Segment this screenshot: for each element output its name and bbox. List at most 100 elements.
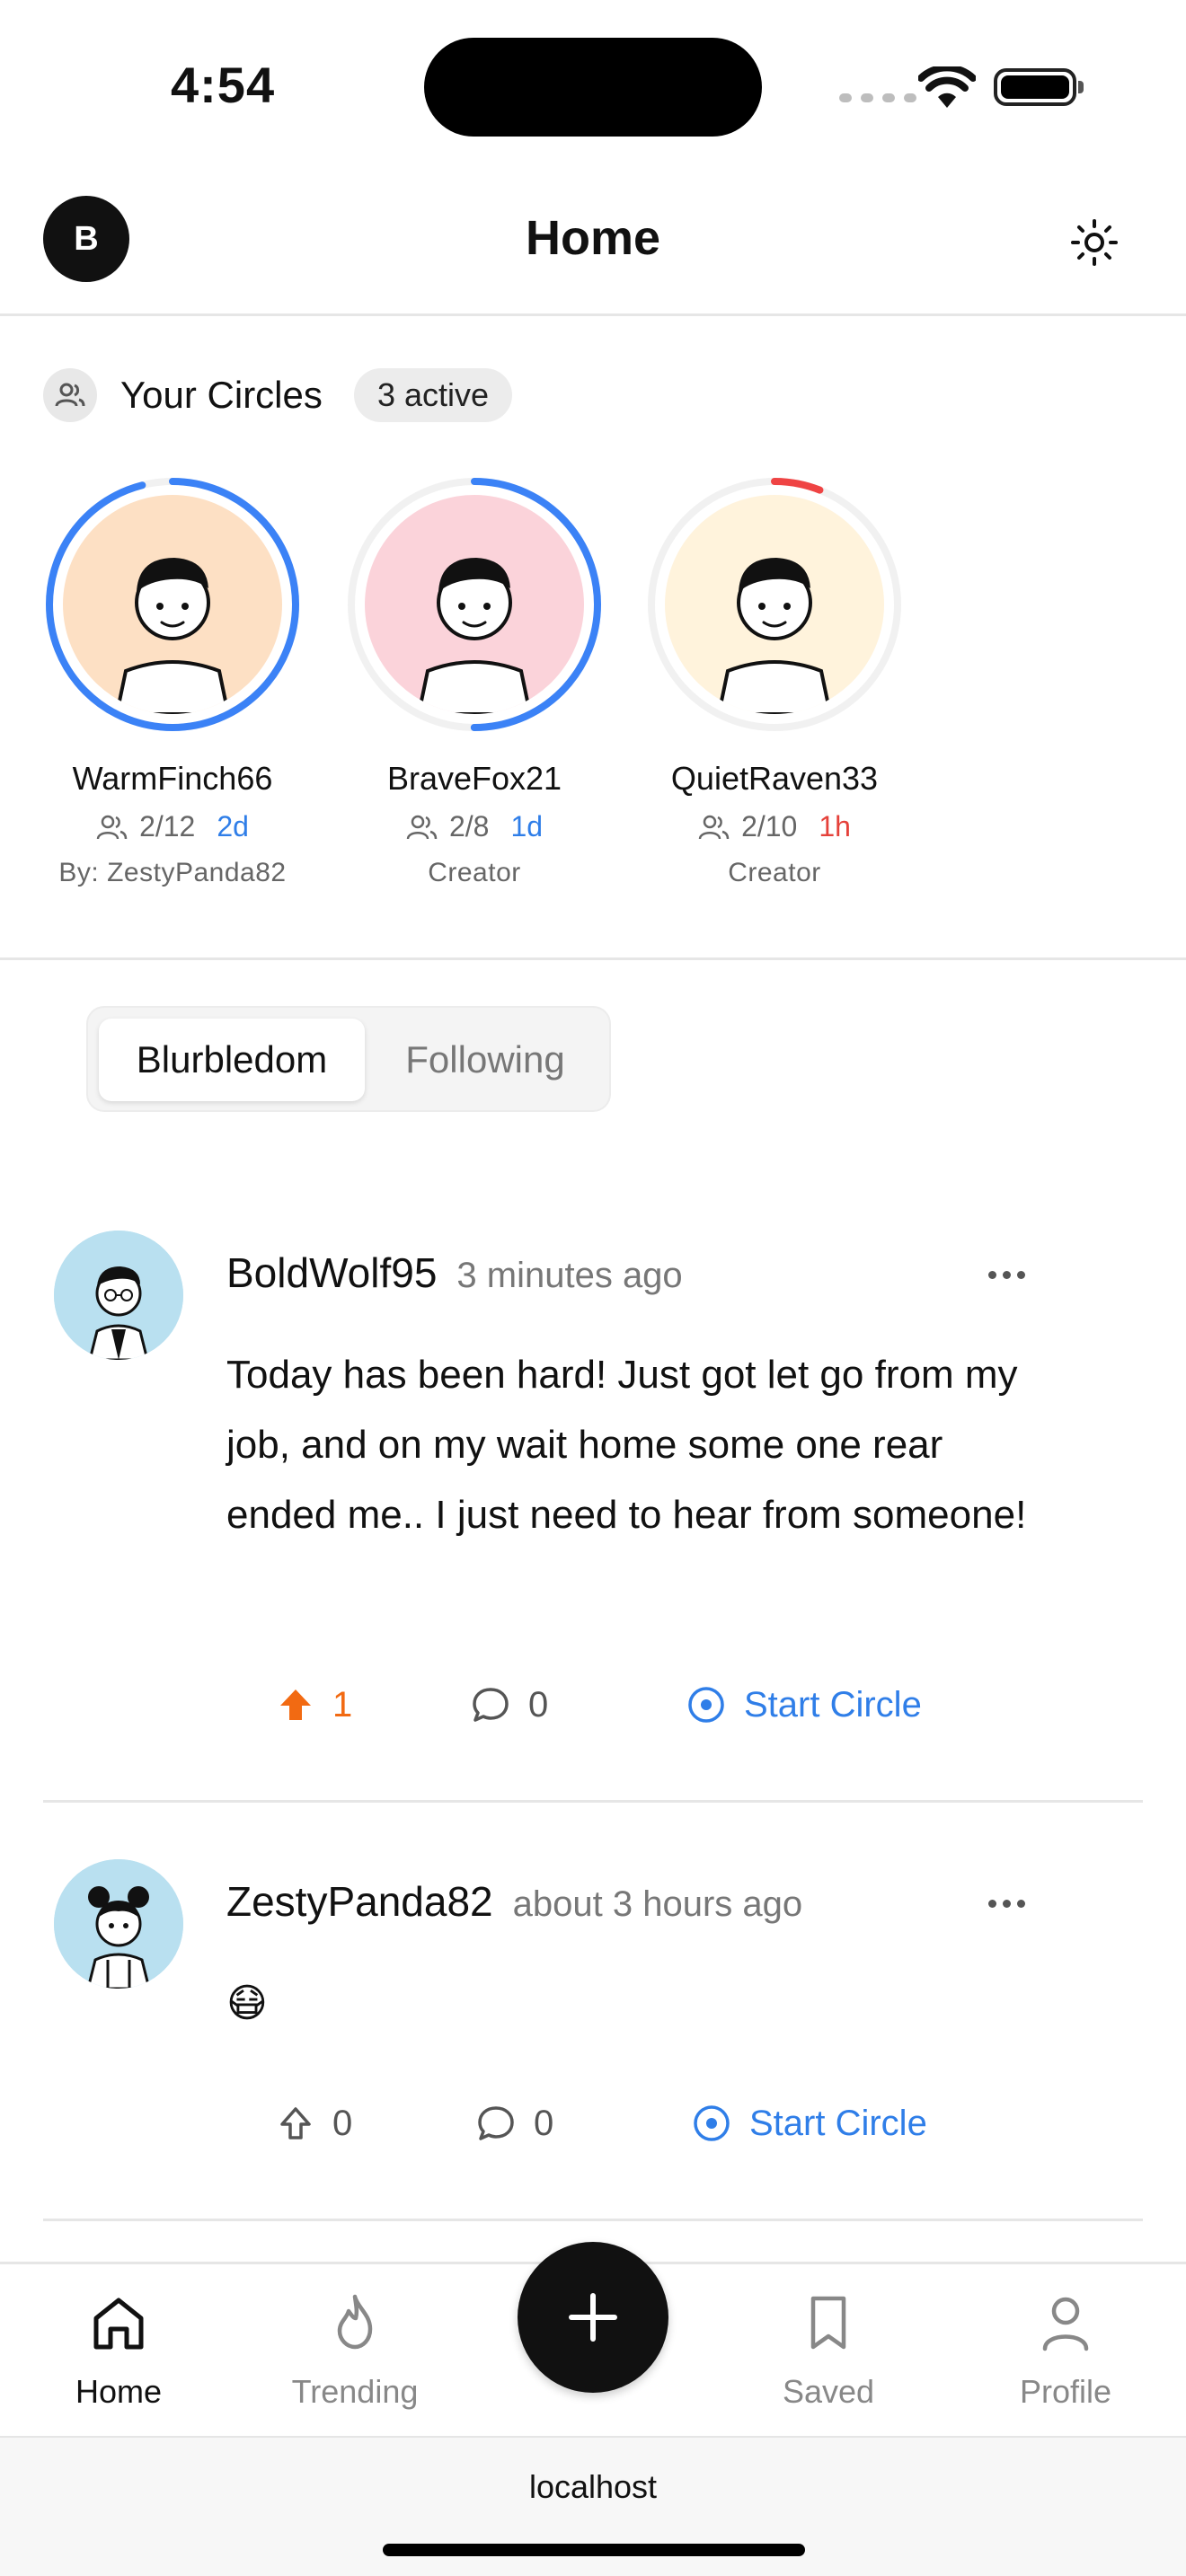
- nav-profile[interactable]: Profile: [976, 2291, 1155, 2411]
- circle-avatar: [365, 495, 584, 714]
- circle-progress-ring: [42, 474, 303, 735]
- start-circle-button[interactable]: Start Circle: [686, 1678, 922, 1732]
- user-icon: [1042, 2297, 1089, 2351]
- circle-progress-ring: [344, 474, 605, 735]
- home-indicator[interactable]: [383, 2544, 805, 2556]
- cellular-signal-icon: [839, 93, 916, 102]
- nav-saved-label: Saved: [782, 2373, 875, 2410]
- status-time: 4:54: [171, 57, 276, 113]
- circles-header: Your Circles 3 active: [0, 366, 1186, 422]
- section-divider: [0, 957, 1186, 960]
- comment-icon: [478, 2106, 514, 2140]
- comment-button[interactable]: 0: [471, 1678, 548, 1732]
- nav-trending-label: Trending: [291, 2373, 419, 2410]
- post-body: 😷: [226, 1981, 268, 2025]
- avatar-illustration-icon: [54, 1859, 183, 1989]
- sun-icon[interactable]: [1069, 217, 1120, 268]
- comment-count: 0: [528, 1684, 549, 1725]
- circle-card[interactable]: BraveFox21 2/8 1d Creator: [340, 474, 609, 888]
- circle-meta: 2/10 1h: [640, 810, 909, 843]
- arrow-up-icon: [280, 2107, 311, 2139]
- target-icon: [688, 1687, 724, 1723]
- circle-member-count: 2/8: [448, 810, 490, 842]
- upvote-count: 0: [332, 2103, 353, 2143]
- post-actions: 1 0 Start Circle: [226, 1678, 1035, 1732]
- upvote-button[interactable]: 0: [277, 2096, 352, 2150]
- flame-icon: [337, 2294, 373, 2350]
- circle-avatar: [665, 495, 884, 714]
- page-title: Home: [525, 211, 661, 265]
- avatar-illustration-icon: [114, 558, 231, 714]
- app-header: B Home: [0, 180, 1186, 316]
- circle-creator: By: ZestyPanda82: [58, 858, 287, 887]
- battery-icon: [994, 68, 1084, 106]
- post-author[interactable]: BoldWolf95 3 minutes ago: [226, 1248, 683, 1297]
- comment-count: 0: [534, 2103, 554, 2143]
- circle-member-count: 2/12: [139, 810, 196, 842]
- circle-name: BraveFox21: [386, 760, 562, 797]
- upvote-button[interactable]: 1: [277, 1678, 352, 1732]
- users-icon: [43, 368, 97, 422]
- circle-creator: Creator: [428, 858, 521, 887]
- post-author-avatar[interactable]: [54, 1859, 183, 1989]
- circle-time-left: 1h: [819, 810, 851, 842]
- circle-meta: 2/8 1d: [340, 810, 609, 843]
- circle-time-left: 2d: [217, 810, 249, 842]
- browser-url-bar: localhost: [0, 2436, 1186, 2576]
- start-circle-button[interactable]: Start Circle: [692, 2096, 927, 2150]
- bookmark-icon: [810, 2296, 846, 2350]
- post-timestamp: about 3 hours ago: [512, 1884, 803, 1924]
- nav-home-label: Home: [75, 2373, 163, 2410]
- active-count-badge: 3 active: [354, 368, 513, 422]
- avatar-illustration-icon: [416, 558, 533, 714]
- avatar-illustration-icon: [716, 558, 833, 714]
- post-divider: [43, 2219, 1143, 2221]
- users-icon: [698, 815, 730, 839]
- post-author[interactable]: ZestyPanda82 about 3 hours ago: [226, 1877, 802, 1926]
- tab-blurbledom[interactable]: Blurbledom: [99, 1019, 365, 1101]
- more-options-icon[interactable]: [979, 1261, 1033, 1288]
- circle-creator: Creator: [728, 858, 821, 887]
- circle-card[interactable]: QuietRaven33 2/10 1h Creator: [640, 474, 909, 888]
- circles-title: Your Circles: [120, 374, 323, 416]
- circle-time-left: 1d: [510, 810, 544, 842]
- home-icon: [93, 2298, 144, 2350]
- dynamic-island: [424, 38, 762, 137]
- post-username[interactable]: BoldWolf95: [226, 1249, 437, 1296]
- create-post-button[interactable]: [518, 2242, 668, 2393]
- start-circle-label: Start Circle: [749, 2103, 927, 2143]
- post-timestamp: 3 minutes ago: [456, 1256, 683, 1295]
- tab-following[interactable]: Following: [368, 1019, 602, 1101]
- circle-avatar: [63, 495, 282, 714]
- users-icon: [96, 815, 128, 839]
- post-divider: [43, 1800, 1143, 1803]
- upvote-count: 1: [332, 1684, 353, 1725]
- start-circle-label: Start Circle: [744, 1684, 922, 1725]
- nav-saved[interactable]: Saved: [739, 2291, 918, 2411]
- wifi-icon: [918, 66, 976, 108]
- comment-button[interactable]: 0: [476, 2096, 553, 2150]
- post-author-avatar[interactable]: [54, 1231, 183, 1360]
- circle-name: WarmFinch66: [72, 760, 273, 797]
- plus-icon: [569, 2293, 617, 2342]
- arrow-up-filled-icon: [280, 1689, 311, 1720]
- circle-card[interactable]: WarmFinch66 2/12 2d By: ZestyPanda82: [38, 474, 307, 888]
- post-body: Today has been hard! Just got let go fro…: [226, 1353, 1027, 1537]
- post-username[interactable]: ZestyPanda82: [226, 1878, 493, 1925]
- more-options-icon[interactable]: [979, 1890, 1033, 1917]
- post-actions: 0 0 Start Circle: [226, 2096, 1035, 2150]
- circle-progress-ring: [644, 474, 905, 735]
- target-icon: [694, 2105, 730, 2141]
- circle-meta: 2/12 2d: [38, 810, 307, 843]
- circle-member-count: 2/10: [741, 810, 798, 842]
- nav-trending[interactable]: Trending: [265, 2291, 445, 2411]
- status-bar: 4:54: [0, 0, 1186, 162]
- avatar-illustration-icon: [54, 1231, 183, 1360]
- users-icon: [406, 815, 438, 839]
- nav-profile-label: Profile: [1019, 2373, 1112, 2410]
- comment-icon: [473, 1688, 509, 1722]
- circle-name: QuietRaven33: [670, 760, 879, 797]
- url-text[interactable]: localhost: [0, 2468, 1186, 2506]
- feed-tabs: Blurbledom Following: [86, 1006, 611, 1112]
- nav-home[interactable]: Home: [29, 2291, 208, 2411]
